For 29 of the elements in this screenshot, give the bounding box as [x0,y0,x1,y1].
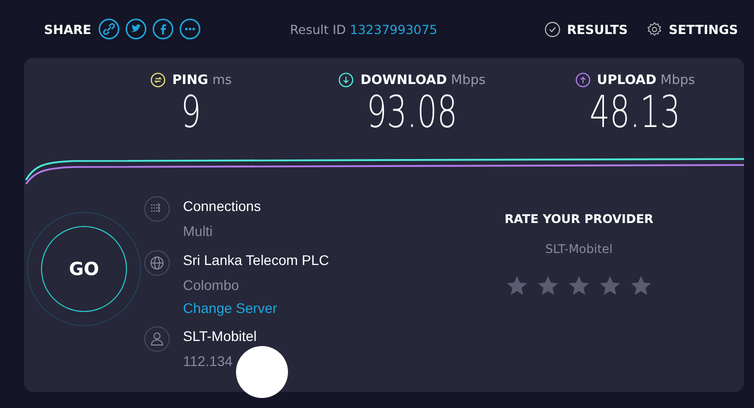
info-detail: 112.134 [183,352,234,371]
result-id: Result ID 13237993075 [290,22,438,36]
settings-icon [646,20,663,38]
metric-value: 9 [180,88,202,138]
more-icon[interactable] [179,18,202,40]
globe-icon [144,250,170,276]
person-icon [144,326,170,352]
link-icon[interactable] [98,18,120,40]
rating-title: RATE YOUR PROVIDER [504,212,654,226]
bird-icon[interactable] [125,18,148,40]
metric-label: UPLOAD Mbps [596,72,696,88]
metric-value: 93.08 [366,88,458,138]
metric-value: 48.13 [590,88,680,138]
metric-label: DOWNLOAD Mbps [360,72,486,88]
info-detail: Multi [183,222,214,241]
metric-label: PING ms [172,72,232,88]
share-label: SHARE [44,22,92,36]
info-detail: Colombo [183,276,240,295]
arrows-icon [144,196,170,222]
settings-button[interactable]: SETTINGS [646,20,738,38]
results-button[interactable]: RESULTS [544,20,628,38]
change-server-link[interactable]: Change Server [183,297,474,319]
info-title: Sri Lanka Telecom PLC [183,251,330,270]
check-icon [544,20,561,38]
go-button[interactable]: GO [41,226,127,312]
info-title: SLT-Mobitel [183,327,258,346]
letter-f-icon[interactable] [152,18,174,40]
provider-name: SLT-Mobitel [545,242,613,256]
info-title: Connections [183,197,262,216]
